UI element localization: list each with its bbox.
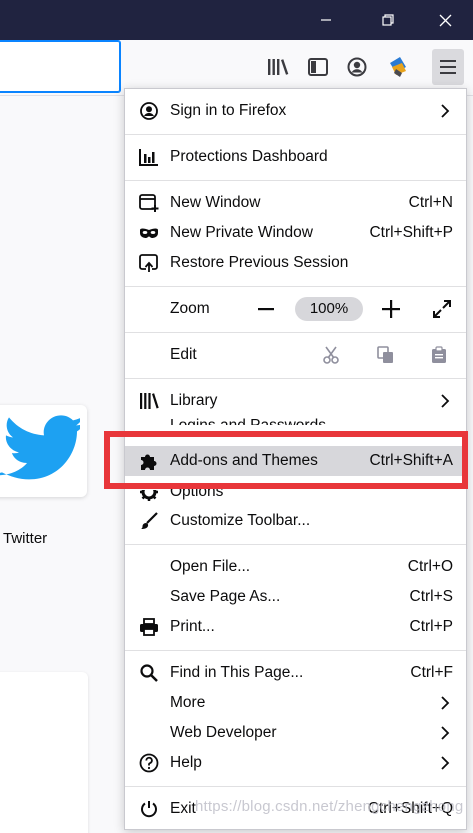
close-icon xyxy=(439,14,451,26)
menu-item-open-file[interactable]: Open File... Ctrl+O xyxy=(125,552,466,582)
zoom-reset-button[interactable]: 100% xyxy=(295,297,363,321)
twitter-logo-icon xyxy=(0,415,80,480)
shortcut-label: Ctrl+S xyxy=(409,588,454,605)
fullscreen-icon[interactable] xyxy=(432,299,452,319)
minus-icon xyxy=(258,308,274,311)
topsite-label: Twitter xyxy=(3,530,48,547)
menu-item-web-developer[interactable]: Web Developer xyxy=(125,718,466,748)
menu-item-label: Help xyxy=(170,754,202,771)
menu-separator xyxy=(125,650,466,651)
library-icon xyxy=(139,391,159,411)
menu-separator xyxy=(125,332,466,333)
chevron-right-icon xyxy=(441,394,450,408)
menu-separator xyxy=(125,378,466,379)
menu-item-label: Customize Toolbar... xyxy=(170,512,311,529)
menu-item-more[interactable]: More xyxy=(125,688,466,718)
shortcut-label: Ctrl+F xyxy=(410,664,453,681)
menu-separator xyxy=(125,544,466,545)
chevron-right-icon xyxy=(441,104,450,118)
topsite-twitter-tile[interactable] xyxy=(0,405,87,497)
watermark-text: https://blog.csdn.net/zhengchengzhong xyxy=(195,798,464,815)
menu-item-label: Web Developer xyxy=(170,724,277,741)
menu-item-sign-in[interactable]: Sign in to Firefox xyxy=(125,96,466,126)
shortcut-label: Ctrl+P xyxy=(409,618,454,635)
menu-item-new-private-window[interactable]: New Private Window Ctrl+Shift+P xyxy=(125,218,466,248)
menu-separator xyxy=(125,134,466,135)
cut-icon xyxy=(323,346,339,364)
sidebar-button[interactable] xyxy=(304,53,332,81)
menu-item-print[interactable]: Print... Ctrl+P xyxy=(125,612,466,642)
menu-item-label: Restore Previous Session xyxy=(170,254,349,271)
hamburger-menu-icon xyxy=(440,60,456,74)
title-bar xyxy=(0,0,473,40)
restore-session-icon xyxy=(139,253,159,273)
sidebar-icon xyxy=(308,58,328,76)
menu-item-label: Save Page As... xyxy=(170,588,281,605)
paste-icon xyxy=(432,346,446,363)
minimize-icon xyxy=(321,19,331,21)
menu-item-label: New Window xyxy=(170,194,261,211)
menu-item-find-in-page[interactable]: Find in This Page... Ctrl+F xyxy=(125,658,466,688)
menu-item-new-window[interactable]: New Window Ctrl+N xyxy=(125,188,466,218)
search-icon xyxy=(139,663,159,683)
menu-separator xyxy=(125,180,466,181)
protections-chart-icon xyxy=(139,147,159,167)
zoom-in-button[interactable] xyxy=(380,294,402,324)
menu-item-save-page[interactable]: Save Page As... Ctrl+S xyxy=(125,582,466,612)
restore-icon xyxy=(382,14,394,26)
cut-button[interactable] xyxy=(321,345,341,365)
restore-button[interactable] xyxy=(360,0,416,40)
paintbrush-icon xyxy=(139,511,159,531)
new-window-icon xyxy=(139,193,159,213)
copy-button[interactable] xyxy=(376,345,396,365)
menu-item-label: Exit xyxy=(170,800,196,817)
menu-item-label: Open File... xyxy=(170,558,251,575)
open-menu-button[interactable] xyxy=(432,49,464,85)
account-icon xyxy=(347,57,367,77)
menu-item-label: Print... xyxy=(170,618,215,635)
menu-separator xyxy=(125,286,466,287)
shortcut-label: Ctrl+O xyxy=(407,558,453,575)
shortcut-label: Ctrl+N xyxy=(408,194,453,211)
menu-item-help[interactable]: Help xyxy=(125,748,466,778)
account-icon xyxy=(139,101,159,121)
close-button[interactable] xyxy=(417,0,473,40)
content-card xyxy=(0,672,88,833)
menu-item-restore-session[interactable]: Restore Previous Session xyxy=(125,248,466,278)
menu-item-label: Zoom xyxy=(170,300,210,317)
zoom-out-button[interactable] xyxy=(255,294,277,324)
help-icon xyxy=(139,753,159,773)
menu-item-label: More xyxy=(170,694,206,711)
printer-icon xyxy=(139,617,159,637)
menu-item-edit: Edit xyxy=(125,340,466,370)
paste-button[interactable] xyxy=(429,345,449,365)
account-button[interactable] xyxy=(343,53,371,81)
library-button[interactable] xyxy=(264,53,292,81)
url-bar[interactable] xyxy=(0,40,121,93)
menu-item-zoom: Zoom 100% xyxy=(125,294,466,324)
menu-item-label: Protections Dashboard xyxy=(170,148,328,165)
power-icon xyxy=(139,799,159,819)
extension-icon xyxy=(390,57,406,77)
copy-icon xyxy=(377,346,393,363)
library-icon xyxy=(268,59,289,75)
menu-item-label: Find in This Page... xyxy=(170,664,304,681)
chevron-right-icon xyxy=(441,756,450,770)
minimize-button[interactable] xyxy=(298,0,354,40)
plus-icon xyxy=(382,300,400,318)
extension-button[interactable] xyxy=(384,53,412,81)
menu-item-label: Edit xyxy=(170,346,197,363)
menu-item-label: Sign in to Firefox xyxy=(170,102,287,119)
menu-item-protections-dashboard[interactable]: Protections Dashboard xyxy=(125,142,466,172)
chevron-right-icon xyxy=(441,726,450,740)
menu-separator xyxy=(125,786,466,787)
annotation-highlight-box xyxy=(104,431,468,489)
chevron-right-icon xyxy=(441,696,450,710)
shortcut-label: Ctrl+Shift+P xyxy=(369,224,453,241)
private-mask-icon xyxy=(139,223,159,243)
menu-item-customize-toolbar[interactable]: Customize Toolbar... xyxy=(125,506,466,536)
menu-item-label: New Private Window xyxy=(170,224,313,241)
